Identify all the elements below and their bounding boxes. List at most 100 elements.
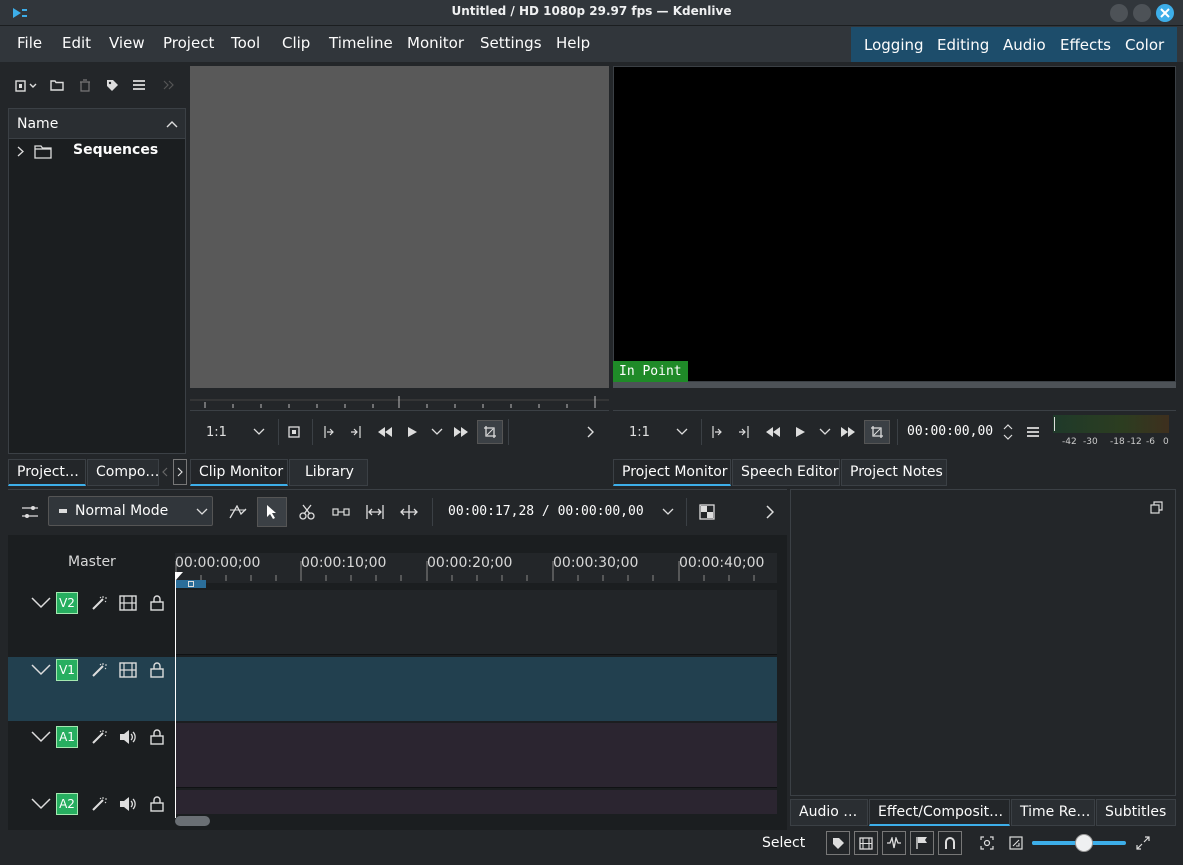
chevron-right-icon[interactable] [762,502,778,522]
fit-zone-icon[interactable] [286,424,302,440]
preview-render-icon[interactable] [697,502,717,522]
tab-effect-composition-stack[interactable]: Effect/Composit… [869,799,1010,826]
zoom-in-icon[interactable] [1134,834,1152,852]
set-out-point-icon[interactable] [736,424,752,440]
add-clip-icon[interactable] [14,78,40,94]
tab-project-notes[interactable]: Project Notes [841,459,947,486]
lock-icon[interactable] [148,661,166,679]
hamburger-menu-icon[interactable] [1025,424,1041,440]
clip-monitor-ruler[interactable] [190,388,609,410]
show-audio-waveform-icon[interactable] [882,831,906,855]
list-item[interactable]: Sequences [9,139,185,163]
timeline-mode-select[interactable]: Normal Mode [48,496,213,526]
fast-forward-icon[interactable] [839,424,857,440]
play-icon[interactable] [404,424,420,440]
timeline-scrollbar[interactable] [175,816,210,826]
spacer-tool-icon[interactable] [330,502,352,522]
collapse-track-icon[interactable] [30,594,52,612]
layout-editing[interactable]: Editing [937,36,989,54]
effects-wand-icon[interactable] [90,661,108,679]
set-in-point-icon[interactable] [708,424,724,440]
project-monitor-ruler-area[interactable] [613,388,1176,410]
timecode-spinner-icon[interactable] [1001,421,1015,443]
track-settings-icon[interactable] [20,502,40,522]
maximize-button[interactable] [1133,4,1151,22]
chevron-right-icon[interactable] [583,424,597,440]
zoom-out-icon[interactable] [1007,834,1025,852]
track-lane-v2[interactable] [175,590,777,655]
zoom-fit-icon[interactable] [978,834,996,852]
tab-compositions[interactable]: Compo… [87,459,159,486]
show-thumbnails-icon[interactable] [854,831,878,855]
playhead[interactable] [175,572,176,818]
bin-column-header[interactable]: Name [9,109,185,139]
rewind-icon[interactable] [764,424,782,440]
track-lane-a2[interactable] [175,790,777,814]
crop-icon[interactable] [864,420,890,444]
clip-zoom-value[interactable]: 1:1 [206,425,227,440]
project-monitor-screen[interactable] [613,66,1176,382]
menu-monitor[interactable]: Monitor [407,34,464,52]
select-tool-icon[interactable] [257,497,287,527]
close-button[interactable] [1156,4,1174,22]
set-out-point-icon[interactable] [348,424,364,440]
menu-tool[interactable]: Tool [231,34,260,52]
lock-icon[interactable] [148,594,166,612]
effects-wand-icon[interactable] [90,795,108,813]
collapse-track-icon[interactable] [30,661,52,679]
playhead-handle[interactable] [175,572,183,581]
effects-wand-icon[interactable] [90,594,108,612]
film-strip-icon[interactable] [119,661,137,679]
chevron-down-icon[interactable] [661,506,675,518]
set-in-point-icon[interactable] [320,424,336,440]
speaker-icon[interactable] [119,795,137,813]
tag-icon[interactable] [103,76,121,94]
menu-project[interactable]: Project [163,34,214,52]
copy-icon[interactable] [1148,499,1164,515]
chevron-right-icon[interactable] [15,145,25,157]
tab-subtitles[interactable]: Subtitles [1096,799,1176,826]
clip-monitor-screen[interactable] [190,66,609,388]
lock-icon[interactable] [148,728,166,746]
speaker-icon[interactable] [119,728,137,746]
rewind-icon[interactable] [376,424,394,440]
snap-magnet-icon[interactable] [938,831,962,855]
ripple-tool-icon[interactable] [364,502,386,522]
hamburger-menu-icon[interactable] [130,76,148,94]
track-lane-a1[interactable] [175,723,777,788]
lock-icon[interactable] [148,795,166,813]
chevron-down-icon[interactable] [252,425,266,439]
play-icon[interactable] [792,424,808,440]
effects-wand-icon[interactable] [90,728,108,746]
tab-scroll-right-icon[interactable] [173,459,187,485]
multicam-icon[interactable] [228,502,248,522]
zoom-slider-handle[interactable] [1075,834,1093,852]
menu-clip[interactable]: Clip [282,34,310,52]
tab-library[interactable]: Library [289,459,368,486]
timeline-timecode[interactable]: 00:00:17,28 / 00:00:00,00 [448,504,644,519]
collapse-track-icon[interactable] [30,728,52,746]
tab-time-remapping[interactable]: Time Re… [1011,799,1095,826]
play-options-chevron-icon[interactable] [430,426,444,438]
project-timecode[interactable]: 00:00:00,00 [907,424,993,439]
layout-audio[interactable]: Audio [1003,36,1046,54]
menu-help[interactable]: Help [556,34,590,52]
layout-effects[interactable]: Effects [1060,36,1111,54]
tab-project-bin[interactable]: Project… [8,459,86,486]
tab-scroll-left-icon[interactable] [159,461,171,483]
folder-add-icon[interactable] [48,76,66,94]
collapse-track-icon[interactable] [30,795,52,813]
play-options-chevron-icon[interactable] [818,426,832,438]
track-label-v1[interactable]: V1 [56,659,78,681]
tab-speech-editor[interactable]: Speech Editor [732,459,840,486]
project-zoom-value[interactable]: 1:1 [629,425,650,440]
menu-settings[interactable]: Settings [480,34,542,52]
menu-edit[interactable]: Edit [62,34,91,52]
chevron-down-icon[interactable] [675,425,689,439]
razor-tool-icon[interactable] [297,502,317,522]
crop-icon[interactable] [477,420,503,444]
chevron-double-right-icon[interactable] [160,76,178,94]
track-label-v2[interactable]: V2 [56,592,78,614]
menu-timeline[interactable]: Timeline [329,34,393,52]
slip-tool-icon[interactable] [398,502,420,522]
